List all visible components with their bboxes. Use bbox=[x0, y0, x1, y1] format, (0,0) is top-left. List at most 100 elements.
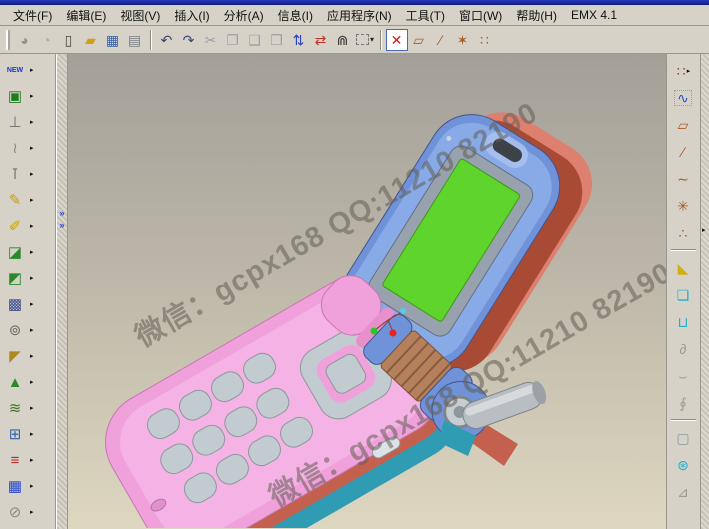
basic-curve-icon[interactable]: ∕ bbox=[667, 138, 700, 165]
block-icon[interactable]: ▢ bbox=[667, 424, 700, 451]
viewport-canvas[interactable] bbox=[68, 54, 666, 528]
graphics-viewport[interactable]: 微信：gcpx168 QQ:11210 82190 微信：gcpx168 QQ:… bbox=[68, 54, 666, 529]
expand-chevron-icon[interactable]: » bbox=[57, 209, 67, 218]
panel-splitter[interactable]: » » bbox=[56, 54, 68, 529]
toolbar-icon-glyph: ✐ bbox=[4, 219, 26, 234]
emx-gate-icon[interactable]: ▲ ▸ bbox=[0, 369, 55, 395]
emx-locating-ring-icon[interactable]: ⊚ ▸ bbox=[0, 317, 55, 343]
toolbar-icon-glyph: ⊥ bbox=[4, 115, 26, 130]
face-blend-icon[interactable]: ∮ bbox=[667, 389, 700, 416]
load-part-session-icon[interactable]: ◕ bbox=[14, 29, 36, 51]
toolbar-icon-glyph: ◔ bbox=[42, 33, 50, 47]
undo-icon[interactable]: ↶ bbox=[156, 29, 178, 51]
close-part-session-icon[interactable]: ◔ bbox=[36, 29, 58, 51]
cavity-icon[interactable]: ⊔ bbox=[667, 308, 700, 335]
update-assembly-icon[interactable]: ⇅ bbox=[288, 29, 310, 51]
point-icon[interactable]: ✳ bbox=[667, 192, 700, 219]
snap-intersection-point-icon[interactable]: ✶ bbox=[452, 29, 474, 51]
emx-spring-icon[interactable]: ≀ ▸ bbox=[0, 135, 55, 161]
toolbar-icon-glyph: ⊔ bbox=[678, 315, 689, 329]
snap-end-point-icon[interactable]: ✕ bbox=[386, 29, 408, 51]
print-icon[interactable]: ▤ bbox=[124, 29, 146, 51]
spline-icon[interactable]: ∼ bbox=[667, 165, 700, 192]
emx-sprue-icon[interactable]: ◤ ▸ bbox=[0, 343, 55, 369]
toolbar-icon-glyph: ◣ bbox=[678, 261, 689, 275]
selection-filter-icon[interactable]: ▾ bbox=[354, 29, 376, 51]
open-part-icon[interactable]: ▰ bbox=[80, 29, 102, 51]
menu-view[interactable]: 视图(V) bbox=[113, 5, 167, 26]
menu-help[interactable]: 帮助(H) bbox=[509, 5, 564, 26]
swept-icon[interactable]: ∂ bbox=[667, 335, 700, 362]
redo-icon[interactable]: ↷ bbox=[178, 29, 200, 51]
edge-blend-icon[interactable]: ⌣ bbox=[667, 362, 700, 389]
emx-lifter-icon[interactable]: ◩ ▸ bbox=[0, 265, 55, 291]
emx-ejector-trim-icon[interactable]: ✐ ▸ bbox=[0, 213, 55, 239]
sheet-body-icon[interactable]: ⊿ bbox=[667, 478, 700, 505]
expand-chevron-icon[interactable]: » bbox=[57, 221, 67, 230]
emx-project-icon[interactable]: NEW ▸ bbox=[0, 57, 55, 83]
rotate-body-icon[interactable]: ⊛ bbox=[667, 451, 700, 478]
toolbar-icon-glyph: ⊚ bbox=[4, 323, 26, 338]
paste-special-icon[interactable]: ❒ bbox=[266, 29, 288, 51]
emx-slider-icon[interactable]: ◪ ▸ bbox=[0, 239, 55, 265]
snap-existing-point-icon[interactable]: ∷ bbox=[474, 29, 496, 51]
emx-ejector-pin-icon[interactable]: ✎ ▸ bbox=[0, 187, 55, 213]
emx-moldbase-icon[interactable]: ▣ ▸ bbox=[0, 83, 55, 109]
toolbar-icon-glyph: ∕ bbox=[682, 145, 684, 159]
point-group-icon[interactable]: ∴ bbox=[667, 219, 700, 246]
snap-feature-point-icon[interactable]: ▱ bbox=[408, 29, 430, 51]
snap-point-on-curve-icon[interactable]: ∕ bbox=[430, 29, 452, 51]
emx-pocket-icon[interactable]: ▩ ▸ bbox=[0, 291, 55, 317]
menu-insert[interactable]: 插入(I) bbox=[167, 5, 216, 26]
emx-toolbar: NEW ▸ ▣ ▸ ⊥ ▸ ≀ ▸ ⊺ ▸ ✎ ▸ ✐ ▸ ◪ bbox=[0, 54, 56, 529]
copy-icon[interactable]: ❐ bbox=[222, 29, 244, 51]
emx-standard-parts-icon[interactable]: ⊥ ▸ bbox=[0, 109, 55, 135]
extract-body-icon[interactable]: ❏ bbox=[667, 281, 700, 308]
flyout-arrow-icon: ▸ bbox=[30, 456, 34, 464]
docked-toolbar-strip[interactable]: ▸ bbox=[700, 54, 709, 529]
menu-information[interactable]: 信息(I) bbox=[271, 5, 320, 26]
menu-edit[interactable]: 编辑(E) bbox=[59, 5, 113, 26]
corner-fillet-icon[interactable]: ◣ bbox=[667, 254, 700, 281]
emx-bom-icon[interactable]: ≡ ▸ bbox=[0, 447, 55, 473]
flyout-arrow-icon: ▸ bbox=[30, 378, 34, 386]
more-tools-arrow-icon[interactable]: ▸ bbox=[702, 226, 706, 234]
emx-electrode-icon[interactable]: ▦ ▸ bbox=[0, 473, 55, 499]
refresh-parts-icon[interactable]: ⇄ bbox=[310, 29, 332, 51]
form-feature-toolbar: ∷ ▸ ∿ ▱ ∕ ∼ ✳ ∴ bbox=[666, 54, 700, 529]
emx-tools-icon[interactable]: ⊘ ▸ bbox=[0, 499, 55, 525]
emx-runner-icon[interactable]: ≋ ▸ bbox=[0, 395, 55, 421]
toolbar-separator bbox=[671, 249, 696, 251]
flyout-arrow-icon: ▸ bbox=[30, 508, 34, 516]
cut-icon[interactable]: ✂ bbox=[200, 29, 222, 51]
studio-spline-icon[interactable]: ∿ bbox=[667, 84, 700, 111]
paste-icon[interactable]: ❑ bbox=[244, 29, 266, 51]
file-toolbar-group: ◕ ◔ ▯ ▰ ▦ ▤ bbox=[14, 29, 146, 51]
toolbar-icon-glyph: ⊘ bbox=[4, 505, 26, 520]
emx-cooling-icon[interactable]: ⊞ ▸ bbox=[0, 421, 55, 447]
save-part-icon[interactable]: ▦ bbox=[102, 29, 124, 51]
menu-tools[interactable]: 工具(T) bbox=[399, 5, 452, 26]
emx-screw-icon[interactable]: ⊺ ▸ bbox=[0, 161, 55, 187]
feature-toolbar-group: ◣ ❏ ⊔ ∂ ⌣ ∮ bbox=[667, 254, 700, 416]
point-set-icon[interactable]: ∷ ▸ bbox=[667, 57, 700, 84]
find-icon[interactable]: ⋒ bbox=[332, 29, 354, 51]
triad-z-axis-dot bbox=[400, 308, 406, 314]
flyout-arrow-icon: ▸ bbox=[30, 326, 34, 334]
menu-window[interactable]: 窗口(W) bbox=[452, 5, 509, 26]
toolbar-icon-glyph: ⇅ bbox=[293, 33, 305, 47]
rectangle-icon[interactable]: ▱ bbox=[667, 111, 700, 138]
toolbar-icon-glyph: ▯ bbox=[65, 33, 73, 47]
menu-application[interactable]: 应用程序(N) bbox=[320, 5, 399, 26]
menu-emx[interactable]: EMX 4.1 bbox=[564, 6, 624, 24]
toolbar-grip[interactable] bbox=[6, 30, 10, 50]
menu-analysis[interactable]: 分析(A) bbox=[217, 5, 271, 26]
toolbar-icon-glyph: ✂ bbox=[205, 33, 217, 47]
flyout-arrow-icon: ▸ bbox=[30, 222, 34, 230]
toolbar-icon-glyph: ≀ bbox=[4, 141, 26, 156]
toolbar-separator bbox=[380, 30, 382, 50]
body-toolbar-group: ▢ ⊛ ⊿ bbox=[667, 424, 700, 505]
flyout-arrow-icon: ▸ bbox=[30, 248, 34, 256]
new-part-icon[interactable]: ▯ bbox=[58, 29, 80, 51]
menu-file[interactable]: 文件(F) bbox=[6, 5, 59, 26]
